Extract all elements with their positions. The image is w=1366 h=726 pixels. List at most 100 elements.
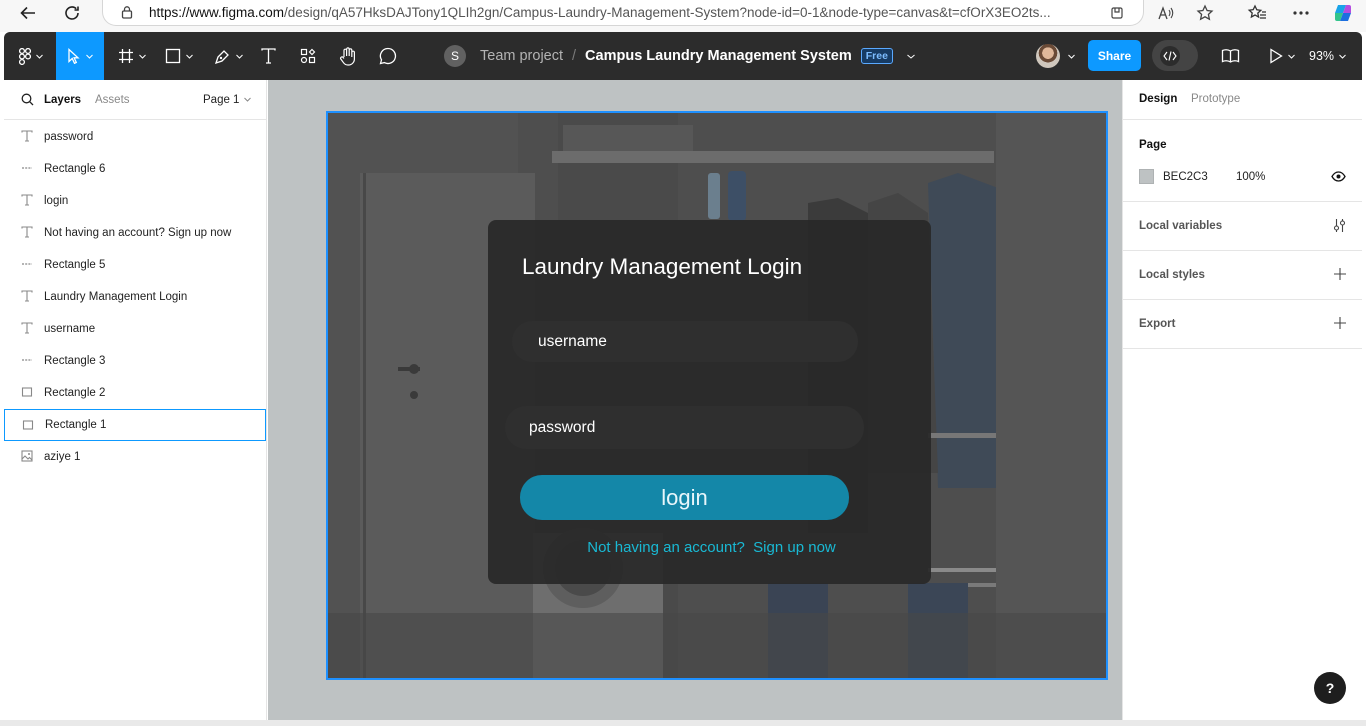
- page-select[interactable]: Page 1: [203, 94, 252, 106]
- share-button[interactable]: Share: [1088, 40, 1141, 71]
- frame-tool-button[interactable]: [114, 32, 150, 80]
- signup-link[interactable]: Not having an account? Sign up now: [488, 539, 931, 556]
- text-layer-icon: [21, 130, 35, 144]
- login-title: Laundry Management Login: [522, 254, 803, 279]
- user-menu[interactable]: [1032, 32, 1078, 80]
- reload-icon[interactable]: [56, 0, 88, 26]
- chevron-down-icon: [235, 54, 243, 59]
- pen-icon: [214, 48, 231, 65]
- page-opacity[interactable]: 100%: [1236, 171, 1265, 183]
- figma-menu-icon: [19, 47, 31, 65]
- resources-icon: [300, 48, 316, 64]
- local-styles-section[interactable]: Local styles: [1123, 251, 1362, 300]
- shape-tool-button[interactable]: [161, 32, 197, 80]
- chevron-down-icon: [139, 54, 146, 59]
- tab-layers[interactable]: Layers: [44, 94, 81, 106]
- layer-item[interactable]: Rectangle 2: [4, 377, 266, 409]
- window-bottom-edge: [0, 720, 1366, 726]
- file-name[interactable]: Campus Laundry Management System: [585, 48, 852, 64]
- tab-prototype[interactable]: Prototype: [1191, 93, 1240, 105]
- present-icon: [1269, 48, 1283, 64]
- team-avatar[interactable]: S: [444, 45, 466, 67]
- favorites-icon[interactable]: [1241, 0, 1273, 26]
- layer-item[interactable]: password: [4, 121, 266, 153]
- export-section[interactable]: Export: [1123, 300, 1362, 349]
- password-field[interactable]: password: [505, 406, 864, 449]
- lock-icon: [120, 5, 134, 19]
- figma-menu-button[interactable]: [12, 32, 50, 80]
- url-path: /design/qA57HksDAJTony1QLIh2gn/Campus-La…: [284, 5, 1051, 20]
- rectangle-icon: [165, 48, 181, 64]
- search-icon[interactable]: [21, 93, 34, 106]
- layer-name: login: [44, 195, 69, 207]
- address-bar[interactable]: https://www.figma.com/design/qA57HksDAJT…: [102, 0, 1144, 26]
- layer-item[interactable]: login: [4, 185, 266, 217]
- hand-tool-button[interactable]: [336, 32, 360, 80]
- adjust-icon[interactable]: [1333, 218, 1346, 233]
- local-variables-label: Local variables: [1139, 220, 1223, 232]
- team-link[interactable]: Team project: [480, 48, 563, 64]
- text-layer-icon: [21, 194, 35, 208]
- url-host: https://www.figma.com: [149, 5, 285, 20]
- layer-name: password: [44, 131, 94, 143]
- plus-icon[interactable]: [1334, 268, 1346, 280]
- more-options-icon[interactable]: [1285, 0, 1317, 26]
- layer-item[interactable]: Laundry Management Login: [4, 281, 266, 313]
- layers-panel: Layers Assets Page 1 password Rectangle 6…: [4, 80, 267, 720]
- text-tool-button[interactable]: [256, 32, 280, 80]
- library-icon: [1221, 48, 1240, 64]
- layer-item[interactable]: Rectangle 3: [4, 345, 266, 377]
- zoom-menu[interactable]: 93%: [1309, 32, 1346, 80]
- dev-mode-icon: [1160, 45, 1180, 66]
- chevron-down-icon: [1067, 54, 1075, 59]
- layer-name: Rectangle 1: [45, 419, 107, 431]
- login-frame[interactable]: Laundry Management Login username passwo…: [326, 111, 1108, 680]
- line-layer-icon: [21, 162, 35, 176]
- move-tool-button[interactable]: [56, 32, 104, 80]
- page-color-swatch[interactable]: [1139, 169, 1154, 184]
- help-button[interactable]: ?: [1314, 672, 1346, 704]
- layer-name: Rectangle 5: [44, 259, 106, 271]
- layer-item[interactable]: aziye 1: [4, 441, 266, 473]
- rectangle-layer-icon: [21, 386, 35, 400]
- username-field[interactable]: username: [512, 321, 858, 362]
- move-icon: [67, 48, 81, 64]
- pen-tool-button[interactable]: [210, 32, 246, 80]
- layer-name: aziye 1: [44, 451, 81, 463]
- layer-item[interactable]: Rectangle 6: [4, 153, 266, 185]
- comment-tool-button[interactable]: [376, 32, 400, 80]
- tab-design[interactable]: Design: [1139, 93, 1177, 105]
- eye-icon[interactable]: [1331, 171, 1346, 182]
- page-color-value[interactable]: BEC2C3: [1163, 171, 1208, 183]
- layer-item[interactable]: Rectangle 1: [4, 409, 266, 441]
- copilot-icon[interactable]: [1327, 0, 1359, 26]
- layer-item[interactable]: username: [4, 313, 266, 345]
- chevron-down-icon[interactable]: [907, 54, 915, 59]
- canvas[interactable]: Laundry Management Login username passwo…: [268, 80, 1122, 720]
- resources-button[interactable]: [296, 32, 320, 80]
- plan-badge[interactable]: Free: [860, 48, 893, 64]
- layer-name: Rectangle 3: [44, 355, 106, 367]
- comment-icon: [379, 47, 397, 65]
- read-aloud-icon[interactable]: [1150, 0, 1182, 26]
- login-button[interactable]: login: [520, 475, 849, 520]
- library-button[interactable]: [1218, 32, 1242, 80]
- chevron-down-icon: [36, 54, 43, 59]
- layer-item[interactable]: Rectangle 5: [4, 249, 266, 281]
- plus-icon[interactable]: [1334, 317, 1346, 329]
- layer-name: Laundry Management Login: [44, 291, 188, 303]
- layer-item[interactable]: Not having an account? Sign up now: [4, 217, 266, 249]
- tab-actions-icon[interactable]: [1102, 0, 1132, 26]
- tab-assets[interactable]: Assets: [95, 94, 130, 106]
- login-card: Laundry Management Login username passwo…: [488, 220, 931, 584]
- chevron-down-icon: [1288, 54, 1295, 59]
- line-layer-icon: [21, 258, 35, 272]
- text-icon: [260, 48, 276, 64]
- frame-icon: [118, 48, 134, 64]
- present-button[interactable]: [1264, 32, 1300, 80]
- back-arrow-icon[interactable]: [12, 0, 44, 26]
- local-variables-section[interactable]: Local variables: [1123, 202, 1362, 251]
- favorite-star-icon[interactable]: [1189, 0, 1221, 26]
- local-styles-label: Local styles: [1139, 269, 1205, 281]
- dev-mode-toggle[interactable]: [1152, 40, 1198, 71]
